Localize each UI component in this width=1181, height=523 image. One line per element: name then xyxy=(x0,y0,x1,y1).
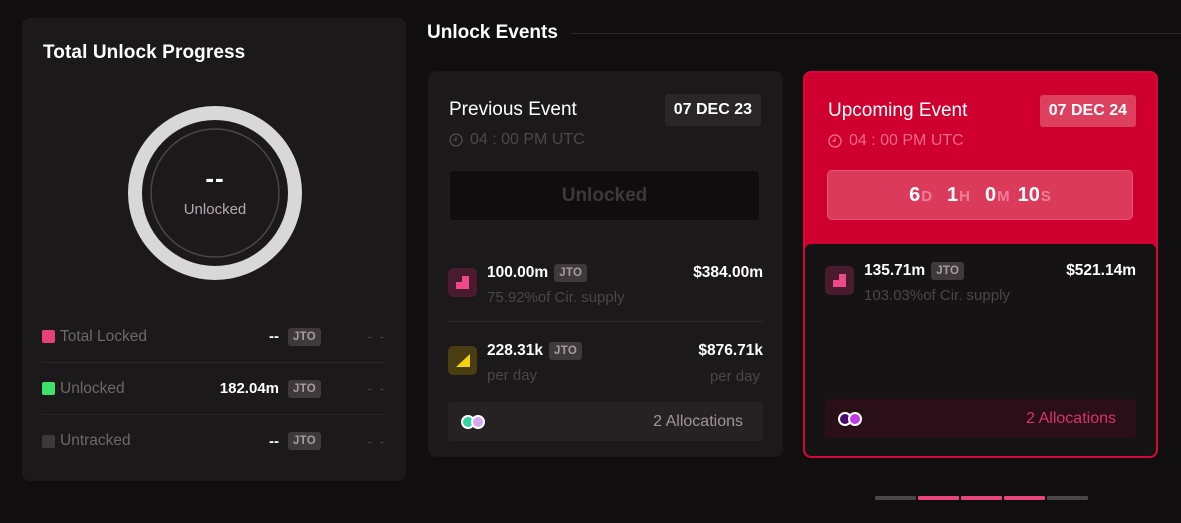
token-unlock-dashboard: Total Unlock Progress -- Unlocked Total … xyxy=(0,0,1181,523)
legend-row-total-locked: Total Locked -- JTO - - xyxy=(42,311,386,363)
allocation-dots-icon xyxy=(838,411,862,426)
token-badge: JTO xyxy=(287,327,321,346)
clock-icon xyxy=(828,134,842,148)
token-badge: JTO xyxy=(287,432,321,450)
countdown-timer: 6 D 1 H 0 M 10 S xyxy=(827,170,1133,220)
countdown-value: 0 xyxy=(985,183,997,206)
allocations-button[interactable]: 2 Allocations xyxy=(825,399,1136,438)
unlock-progress-ring: -- Unlocked xyxy=(127,105,303,281)
allocation-dot xyxy=(848,411,862,426)
unlocked-status: Unlocked xyxy=(449,170,760,221)
allocation-row: 100.00m JTO 75.92%of Cir. supply $384.00… xyxy=(448,244,763,322)
allocations-count: 2 Allocations xyxy=(1026,409,1116,427)
countdown-unit: H xyxy=(959,187,971,205)
upcoming-event-card[interactable]: Upcoming Event 07 DEC 24 04 : 00 PM UTC … xyxy=(803,71,1158,458)
allocation-usd: $521.14m xyxy=(1066,262,1136,279)
allocations-button[interactable]: 2 Allocations xyxy=(448,402,763,441)
event-title: Upcoming Event xyxy=(828,100,968,121)
legend-value: 182.04m xyxy=(219,380,279,397)
clock-icon xyxy=(449,133,463,147)
event-time-text: 04 : 00 PM UTC xyxy=(849,132,964,149)
token-badge: JTO xyxy=(287,379,321,398)
pager-segment-2[interactable] xyxy=(918,496,959,500)
allocation-rate-label: per day xyxy=(487,367,538,384)
event-date-badge: 07 DEC 24 xyxy=(1039,95,1136,127)
section-divider xyxy=(571,33,1181,34)
legend-label: Total Locked xyxy=(60,327,148,345)
legend-row-unlocked: Unlocked 182.04m JTO - - xyxy=(42,363,386,415)
allocation-amount: 135.71m JTO xyxy=(864,262,965,280)
previous-event-card[interactable]: Previous Event 07 DEC 23 04 : 00 PM UTC … xyxy=(428,71,783,457)
pager-segment-4[interactable] xyxy=(1004,496,1045,500)
countdown-seconds: 10 S xyxy=(1018,184,1051,207)
allocation-row: 228.31k JTO per day $876.71k per day xyxy=(448,322,763,400)
allocation-usd-rate-label: per day xyxy=(709,368,760,385)
event-time-text: 04 : 00 PM UTC xyxy=(470,131,585,148)
unlocked-swatch xyxy=(42,382,55,395)
pager-segment-3[interactable] xyxy=(961,496,1002,500)
countdown-unit: S xyxy=(1040,187,1051,205)
token-badge: JTO xyxy=(549,342,583,360)
ring-label: Unlocked xyxy=(183,200,247,218)
legend-label: Untracked xyxy=(60,432,131,449)
allocation-supply-pct: 103.03%of Cir. supply xyxy=(864,287,1010,304)
event-date-badge: 07 DEC 23 xyxy=(664,94,761,126)
event-time: 04 : 00 PM UTC xyxy=(449,131,585,149)
amount-value: 228.31k xyxy=(487,342,544,359)
amount-value: 135.71m xyxy=(864,262,926,279)
event-title: Previous Event xyxy=(449,99,577,120)
countdown-value: 10 xyxy=(1017,183,1040,206)
upcoming-event-header: Upcoming Event 07 DEC 24 04 : 00 PM UTC … xyxy=(805,73,1156,245)
allocation-usd: $876.71k xyxy=(698,342,763,359)
legend-row-untracked: Untracked -- JTO - - xyxy=(42,415,386,467)
allocation-usd: $384.00m xyxy=(693,264,763,281)
previous-event-body: 100.00m JTO 75.92%of Cir. supply $384.00… xyxy=(428,244,783,457)
allocation-row: 135.71m JTO 103.03%of Cir. supply $521.1… xyxy=(825,244,1136,322)
ring-value: -- xyxy=(205,162,225,193)
countdown-value: 6 xyxy=(909,183,921,206)
previous-event-header: Previous Event 07 DEC 23 04 : 00 PM UTC … xyxy=(428,71,783,243)
cliff-unlock-icon xyxy=(448,268,477,297)
carousel-pager xyxy=(875,496,1088,500)
allocation-supply-pct: 75.92%of Cir. supply xyxy=(487,289,625,306)
allocation-dot xyxy=(471,414,485,429)
progress-legend: Total Locked -- JTO - - Unlocked 182.04m… xyxy=(42,311,386,467)
cliff-unlock-icon xyxy=(825,266,854,295)
legend-percent: - - xyxy=(367,433,386,449)
allocations-count: 2 Allocations xyxy=(653,412,743,430)
pager-segment-5[interactable] xyxy=(1047,496,1088,500)
allocation-amount: 100.00m JTO xyxy=(487,264,588,282)
countdown-unit: M xyxy=(997,187,1010,205)
legend-percent: - - xyxy=(367,329,386,344)
ring-center: -- Unlocked xyxy=(127,105,303,281)
legend-value: -- xyxy=(269,328,279,345)
allocation-dots-icon xyxy=(461,414,485,429)
countdown-days: 6 D xyxy=(909,184,932,207)
countdown-minutes: 0 M xyxy=(985,184,1010,207)
legend-label: Unlocked xyxy=(60,379,125,397)
legend-value: -- xyxy=(269,432,279,450)
event-time: 04 : 00 PM UTC xyxy=(828,132,964,150)
total-locked-swatch xyxy=(42,330,55,343)
countdown-unit: D xyxy=(921,187,933,205)
upcoming-event-body: 135.71m JTO 103.03%of Cir. supply $521.1… xyxy=(805,244,1156,456)
progress-title: Total Unlock Progress xyxy=(43,42,246,63)
legend-percent: - - xyxy=(367,381,386,396)
total-unlock-progress-card: Total Unlock Progress -- Unlocked Total … xyxy=(22,18,406,481)
unlock-events-heading: Unlock Events xyxy=(427,22,558,43)
untracked-swatch xyxy=(42,434,55,448)
token-badge: JTO xyxy=(931,262,965,280)
pager-segment-1[interactable] xyxy=(875,496,916,500)
linear-unlock-icon xyxy=(448,346,477,375)
amount-value: 100.00m xyxy=(487,264,549,281)
token-badge: JTO xyxy=(554,264,588,282)
countdown-value: 1 xyxy=(947,183,959,206)
countdown-hours: 1 H xyxy=(947,184,970,207)
allocation-amount: 228.31k JTO xyxy=(487,342,583,360)
